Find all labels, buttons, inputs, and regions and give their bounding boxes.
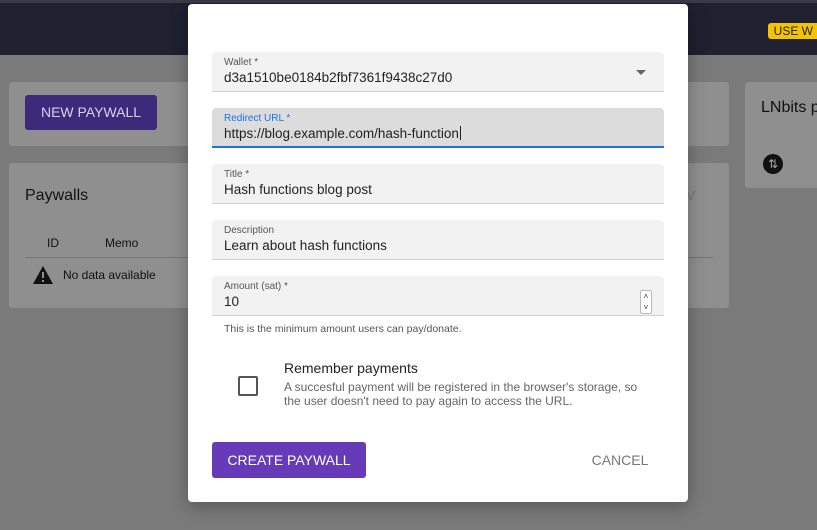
new-paywall-button[interactable]: NEW PAYWALL [25, 95, 157, 130]
title-value: Hash functions blog post [224, 182, 372, 197]
description-input[interactable]: Description Learn about hash functions [212, 220, 664, 260]
cancel-button[interactable]: CANCEL [578, 442, 662, 478]
create-paywall-button[interactable]: CREATE PAYWALL [212, 442, 366, 478]
no-data-text: No data available [63, 268, 156, 282]
wallet-value: d3a1510be0184b2fbf7361f9438c27d0 [224, 70, 453, 85]
column-header-id[interactable]: ID [47, 236, 59, 250]
lnbits-info-card [745, 82, 817, 188]
description-label: Description [224, 225, 275, 236]
amount-value: 10 [224, 294, 240, 309]
amount-input[interactable]: Amount (sat) * 10 ˄ ˅ [212, 276, 664, 316]
amount-label: Amount (sat) * [224, 281, 288, 292]
redirect-url-label: Redirect URL * [224, 113, 291, 124]
wallet-label: Wallet * [224, 57, 259, 68]
warning-icon [33, 266, 53, 284]
title-label: Title * [224, 169, 250, 180]
remember-payments-title: Remember payments [284, 360, 418, 376]
remember-payments-description: A succesful payment will be registered i… [284, 380, 638, 408]
chevron-down-icon[interactable] [636, 70, 646, 75]
column-header-memo[interactable]: Memo [105, 236, 138, 250]
wallet-select[interactable]: Wallet * d3a1510be0184b2fbf7361f9438c27d… [212, 52, 664, 92]
swap-vertical-icon[interactable]: ⇅ [763, 154, 783, 174]
redirect-url-input[interactable]: Redirect URL * https://blog.example.com/… [212, 108, 664, 148]
description-value: Learn about hash functions [224, 238, 387, 253]
lnbits-title: LNbits p [761, 99, 817, 116]
title-input[interactable]: Title * Hash functions blog post [212, 164, 664, 204]
remember-payments-checkbox[interactable] [238, 376, 258, 396]
use-wallet-badge[interactable]: USE W [767, 23, 817, 39]
amount-stepper[interactable]: ˄ ˅ [640, 290, 652, 314]
redirect-url-value: https://blog.example.com/hash-function [224, 126, 461, 141]
text-caret [459, 126, 461, 140]
new-paywall-dialog: Wallet * d3a1510be0184b2fbf7361f9438c27d… [188, 4, 688, 502]
amount-hint: This is the minimum amount users can pay… [224, 323, 462, 335]
paywalls-title: Paywalls [25, 187, 89, 204]
